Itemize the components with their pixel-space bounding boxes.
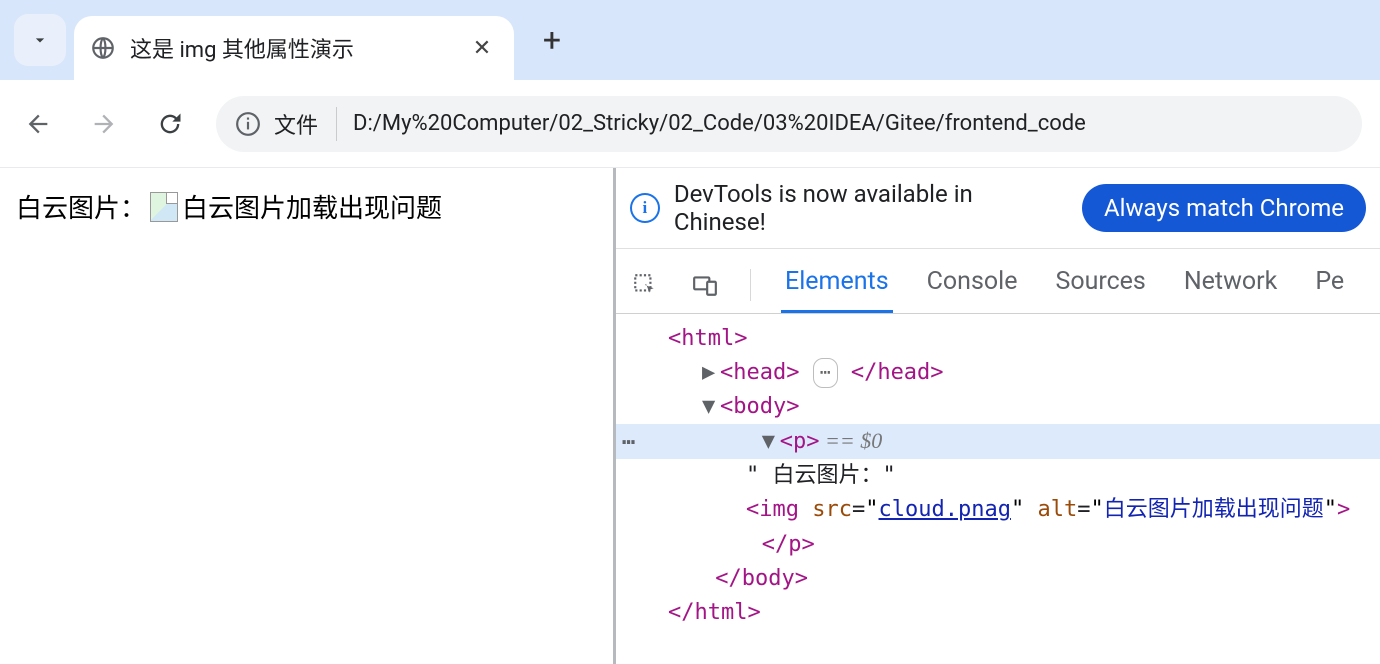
reload-button[interactable] xyxy=(150,104,190,144)
dom-html-close: </html> xyxy=(668,600,761,625)
collapse-arrow-icon[interactable]: ▼ xyxy=(702,390,720,424)
url-text: D:/My%20Computer/02_Stricky/02_Code/03%2… xyxy=(353,111,1086,136)
navigation-bar: 文件 D:/My%20Computer/02_Stricky/02_Code/0… xyxy=(0,80,1380,168)
page-paragraph: 白云图片： 白云图片加载出现问题 xyxy=(16,188,597,225)
page-label-text: 白云图片： xyxy=(16,188,146,225)
url-scheme-label: 文件 xyxy=(274,108,318,140)
dom-body-close: </body> xyxy=(715,566,808,591)
tab-console[interactable]: Console xyxy=(923,257,1022,313)
arrow-right-icon xyxy=(90,110,118,138)
devtools-tabs: Elements Console Sources Network Pe xyxy=(616,249,1380,314)
forward-button[interactable] xyxy=(84,104,124,144)
page-viewport: 白云图片： 白云图片加载出现问题 xyxy=(0,168,616,664)
tab-title: 这是 img 其他属性演示 xyxy=(130,32,468,64)
dom-text-node: " 白云图片：" xyxy=(746,463,896,488)
broken-image-alt: 白云图片加载出现问题 xyxy=(182,188,442,225)
selected-node[interactable]: ▼<p> == $0 xyxy=(616,424,1380,459)
browser-tab[interactable]: 这是 img 其他属性演示 ✕ xyxy=(74,16,514,80)
back-button[interactable] xyxy=(18,104,58,144)
inspect-element-button[interactable] xyxy=(630,270,660,300)
broken-image: 白云图片加载出现问题 xyxy=(150,188,442,225)
selected-marker: == $0 xyxy=(820,428,883,453)
dom-attr-src-name: src xyxy=(812,497,852,522)
dom-html-open: <html> xyxy=(668,326,747,351)
tab-network[interactable]: Network xyxy=(1180,257,1281,313)
info-icon: i xyxy=(630,193,660,223)
address-separator xyxy=(336,107,337,141)
tab-sources[interactable]: Sources xyxy=(1051,257,1149,313)
chevron-down-icon xyxy=(30,30,50,50)
dom-head-open: <head> xyxy=(720,360,799,385)
tabs-dropdown-button[interactable] xyxy=(14,14,66,66)
tab-performance[interactable]: Pe xyxy=(1311,257,1348,313)
tab-strip: 这是 img 其他属性演示 ✕ + xyxy=(0,0,1380,80)
banner-message: DevTools is now available in Chinese! xyxy=(674,180,1068,236)
reload-icon xyxy=(156,110,184,138)
devices-icon xyxy=(692,272,718,298)
broken-image-icon xyxy=(150,192,178,222)
collapsed-indicator[interactable]: ⋯ xyxy=(813,358,838,388)
content-split: 白云图片： 白云图片加载出现问题 i DevTools is now avail… xyxy=(0,168,1380,664)
banner-action-button[interactable]: Always match Chrome xyxy=(1082,184,1366,232)
close-tab-button[interactable]: ✕ xyxy=(468,36,496,61)
tab-elements[interactable]: Elements xyxy=(781,257,893,313)
dom-attr-src-value: cloud.pnag xyxy=(879,497,1011,522)
info-icon xyxy=(234,110,262,138)
arrow-left-icon xyxy=(24,110,52,138)
dom-img-node[interactable]: <img src="cloud.pnag" alt="白云图片加载出现问题"> xyxy=(616,493,1380,527)
dom-img-tagname: img xyxy=(759,497,799,522)
dom-head-close: </head> xyxy=(851,360,944,385)
dom-attr-alt-value: 白云图片加载出现问题 xyxy=(1104,497,1324,522)
dom-p-close: </p> xyxy=(762,532,815,557)
address-bar[interactable]: 文件 D:/My%20Computer/02_Stricky/02_Code/0… xyxy=(216,96,1362,152)
globe-icon xyxy=(90,35,116,61)
dom-tree[interactable]: <html> ▶<head> ⋯ </head> ▼<body> ▼<p> ==… xyxy=(616,314,1380,664)
dom-p-open: <p> xyxy=(780,429,820,454)
devtools-panel: i DevTools is now available in Chinese! … xyxy=(616,168,1380,664)
dom-body-open: <body> xyxy=(720,394,799,419)
devtools-banner: i DevTools is now available in Chinese! … xyxy=(616,168,1380,249)
collapse-arrow-icon[interactable]: ▼ xyxy=(762,425,780,459)
inspect-icon xyxy=(632,272,658,298)
expand-arrow-icon[interactable]: ▶ xyxy=(702,356,720,390)
device-toggle-button[interactable] xyxy=(690,270,720,300)
new-tab-button[interactable]: + xyxy=(532,20,572,60)
tabs-divider xyxy=(750,269,751,301)
dom-attr-alt-name: alt xyxy=(1037,497,1077,522)
